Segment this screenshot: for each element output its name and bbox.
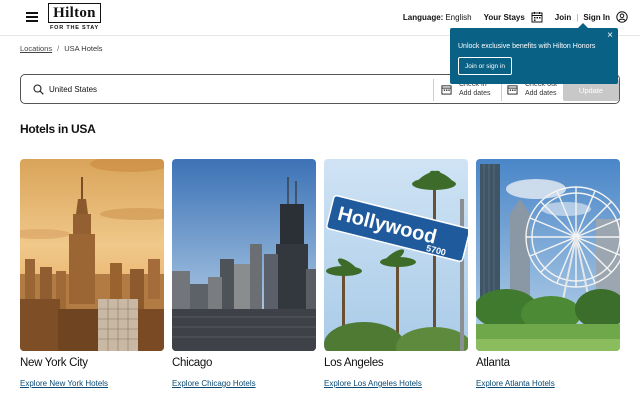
los-angeles-hollywood-sign-image[interactable]: Hollywood 5700	[324, 159, 468, 351]
explore-link[interactable]: Explore Chicago Hotels	[172, 379, 316, 388]
honors-promo-popup: × Unlock exclusive benefits with Hilton …	[450, 23, 618, 84]
explore-link[interactable]: Explore Atlanta Hotels	[476, 379, 620, 388]
city-name: New York City	[20, 357, 88, 369]
logo-tagline: FOR THE STAY	[49, 25, 100, 31]
city-card-los-angeles[interactable]: Hollywood 5700 Los Angeles Explore Los A…	[324, 159, 468, 388]
city-name: Los Angeles	[324, 357, 384, 369]
sign-in-link[interactable]: Sign In	[583, 13, 610, 22]
city-name: Chicago	[172, 357, 213, 369]
header-actions: Language: English Your Stays Join | Sign…	[403, 9, 628, 25]
join-or-sign-in-button[interactable]: Join or sign in	[458, 57, 512, 75]
join-link[interactable]: Join	[555, 13, 571, 22]
calendar-icon[interactable]	[441, 84, 452, 95]
calendar-icon[interactable]	[507, 84, 518, 95]
city-card-atlanta[interactable]: Atlanta Explore Atlanta Hotels	[476, 159, 620, 388]
chicago-skyline-image[interactable]	[172, 159, 316, 351]
city-card-chicago[interactable]: Chicago Explore Chicago Hotels	[172, 159, 316, 388]
promo-message: Unlock exclusive benefits with Hilton Ho…	[458, 43, 596, 50]
explore-link[interactable]: Explore Los Angeles Hotels	[324, 379, 468, 388]
search-divider	[433, 79, 434, 101]
breadcrumb-current: USA Hotels	[64, 44, 103, 53]
checkout-value: Add dates	[525, 90, 557, 97]
language-value[interactable]: English	[445, 13, 471, 22]
close-icon[interactable]: ×	[607, 30, 613, 41]
destination-input[interactable]: United States	[49, 85, 97, 94]
section-title: Hotels in USA	[20, 122, 96, 136]
menu-icon[interactable]	[26, 12, 38, 22]
logo-wordmark: Hilton	[48, 3, 101, 23]
header-separator: |	[576, 12, 579, 22]
breadcrumb-locations[interactable]: Locations	[20, 44, 52, 53]
new-york-skyline-image[interactable]	[20, 159, 164, 351]
your-stays-link[interactable]: Your Stays	[484, 13, 525, 22]
explore-link[interactable]: Explore New York Hotels	[20, 379, 164, 388]
checkin-value: Add dates	[459, 90, 491, 97]
breadcrumb-separator: /	[57, 44, 60, 53]
breadcrumb: Locations / USA Hotels	[20, 44, 103, 53]
atlanta-ferris-wheel-image[interactable]	[476, 159, 620, 351]
popup-caret	[578, 23, 588, 28]
language-label[interactable]: Language:	[403, 13, 443, 22]
city-name: Atlanta	[476, 357, 510, 369]
calendar-icon[interactable]	[531, 11, 543, 23]
search-icon	[33, 84, 44, 95]
city-card-new-york[interactable]: New York City Explore New York Hotels	[20, 159, 164, 388]
hilton-logo[interactable]: Hilton FOR THE STAY	[48, 3, 101, 33]
user-icon[interactable]	[616, 11, 628, 23]
